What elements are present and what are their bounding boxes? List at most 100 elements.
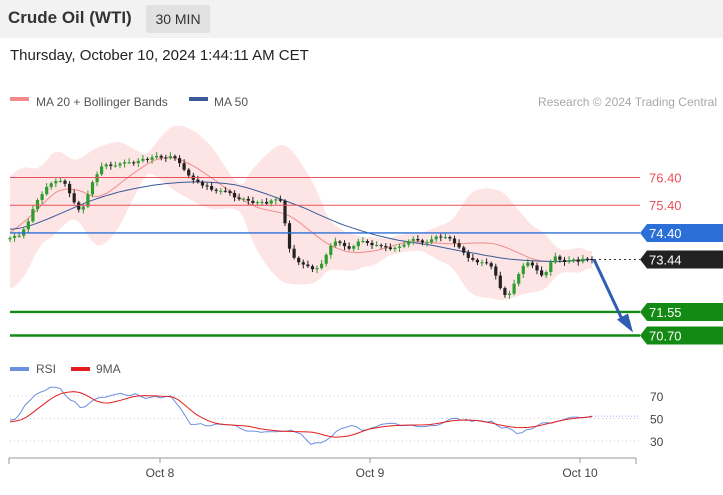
- candle-body: [370, 242, 374, 246]
- candle-body: [585, 258, 589, 260]
- candle-body: [77, 202, 81, 210]
- candle-body: [457, 243, 461, 248]
- candle-body: [517, 274, 521, 284]
- rsi-legend-swatch: [10, 367, 29, 371]
- candle-body: [452, 238, 457, 244]
- target-arrow-shaft: [592, 258, 626, 325]
- ma20-legend-label: MA 20 + Bollinger Bands: [36, 95, 168, 109]
- candle-body: [210, 186, 214, 190]
- candle-body: [265, 201, 269, 204]
- candle-body: [526, 262, 530, 266]
- candle-body: [90, 182, 95, 195]
- candle-body: [104, 164, 108, 167]
- candle-body: [384, 246, 388, 248]
- rsi-legend-label: RSI: [36, 362, 56, 376]
- candle-body: [356, 241, 360, 247]
- candle-body: [269, 200, 273, 204]
- candle-body: [187, 169, 191, 176]
- candle-body: [287, 223, 292, 249]
- candle-body: [342, 242, 347, 247]
- candle-body: [63, 180, 67, 184]
- level-label-70.70: 70.70: [649, 329, 682, 344]
- candle-body: [219, 190, 223, 192]
- candle-body: [397, 246, 402, 248]
- candle-body: [17, 235, 21, 237]
- ma50-legend-label: MA 50: [214, 95, 248, 109]
- candle-body: [31, 209, 35, 222]
- candle-body: [123, 162, 127, 164]
- candle-body: [127, 162, 131, 164]
- candle-body: [324, 254, 328, 264]
- ma20-legend-swatch: [10, 97, 29, 101]
- candle-body: [196, 179, 200, 182]
- candle-body: [255, 202, 260, 204]
- candle-body: [72, 193, 76, 203]
- candle-body: [425, 242, 429, 244]
- candle-body: [503, 288, 507, 295]
- candle-body: [507, 293, 512, 295]
- candle-body: [430, 239, 434, 243]
- candle-body: [182, 163, 186, 170]
- candle-body: [141, 158, 145, 161]
- candle-body: [278, 199, 282, 201]
- candle-body: [535, 265, 539, 271]
- rsi-ma-legend-swatch: [71, 367, 90, 371]
- candle-body: [168, 156, 172, 159]
- candle-body: [35, 200, 40, 210]
- candle-body: [572, 259, 576, 261]
- candle-body: [178, 158, 182, 164]
- candle-body: [553, 256, 557, 263]
- candle-body: [521, 265, 525, 274]
- candle-body: [223, 190, 227, 192]
- candle-body: [232, 193, 237, 198]
- candle-body: [237, 197, 241, 200]
- candle-body: [530, 262, 534, 266]
- candle-body: [494, 266, 498, 276]
- rsi-tick-30: 30: [650, 435, 664, 449]
- candle-body: [475, 259, 479, 263]
- candle-body: [333, 241, 337, 246]
- candle-body: [109, 164, 113, 166]
- candle-body: [411, 239, 415, 241]
- candle-body: [540, 270, 544, 276]
- candle-body: [393, 247, 397, 249]
- candle-body: [320, 263, 324, 269]
- candle-body: [297, 257, 301, 263]
- price-plot: [8, 125, 594, 301]
- candle-body: [150, 157, 154, 160]
- candle-body: [260, 201, 264, 203]
- candle-body: [132, 162, 136, 164]
- candle-body: [439, 236, 443, 238]
- candle-body: [558, 256, 562, 260]
- bollinger-band: [10, 125, 592, 301]
- ma50-legend-swatch: [189, 97, 208, 101]
- level-label-74.40: 74.40: [649, 226, 682, 241]
- candle-body: [443, 237, 447, 239]
- candle-body: [205, 185, 209, 187]
- candle-body: [347, 246, 351, 249]
- candle-body: [251, 200, 255, 203]
- rsi-tick-50: 50: [650, 413, 664, 427]
- candle-body: [402, 244, 406, 247]
- candle-body: [13, 236, 17, 238]
- rsi-tick-70: 70: [650, 390, 664, 404]
- candle-body: [361, 241, 365, 242]
- rsi-line: [9, 386, 593, 445]
- candle-body: [512, 283, 516, 294]
- candle-body: [448, 237, 452, 239]
- candle-body: [68, 183, 72, 194]
- candle-body: [173, 156, 177, 159]
- x-tick-label: Oct 10: [562, 466, 598, 480]
- candle-body: [49, 183, 53, 187]
- candle-body: [26, 221, 30, 230]
- candle-body: [242, 198, 246, 200]
- rsi-panel: 70 50 30: [9, 386, 664, 449]
- candle-body: [489, 263, 493, 267]
- candle-body: [498, 275, 502, 289]
- candle-body: [379, 245, 383, 247]
- candle-body: [544, 272, 548, 276]
- candle-body: [155, 155, 159, 158]
- candle-body: [338, 241, 342, 243]
- level-label-76.40: 76.40: [649, 171, 682, 186]
- candle-body: [228, 191, 232, 193]
